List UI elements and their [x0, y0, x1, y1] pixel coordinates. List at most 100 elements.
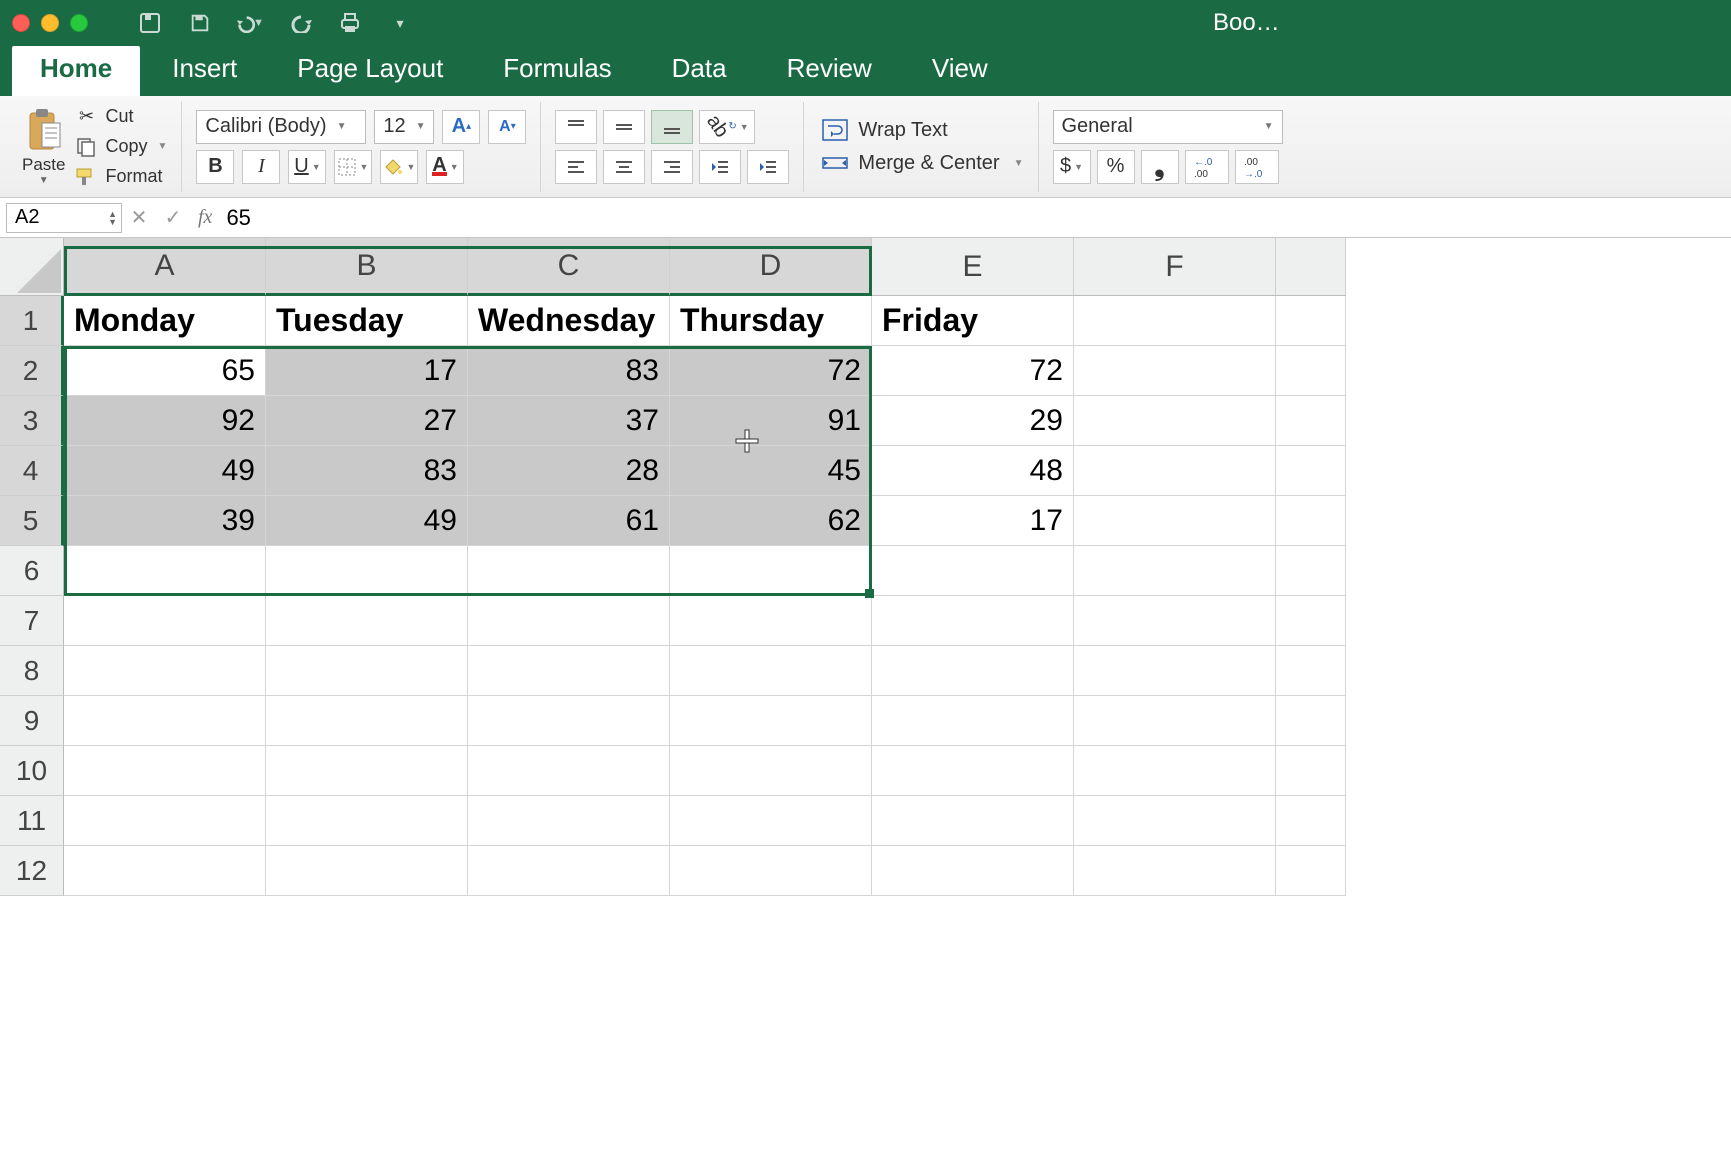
cell-E5[interactable]: 17 — [872, 496, 1074, 546]
cell-E6[interactable] — [872, 546, 1074, 596]
fill-color-button[interactable]: ▼ — [380, 150, 418, 184]
cell-C4[interactable]: 28 — [468, 446, 670, 496]
format-painter-button[interactable]: Format — [75, 166, 167, 188]
redo-icon[interactable] — [286, 9, 314, 37]
tab-home[interactable]: Home — [12, 43, 140, 96]
cell-D9[interactable] — [670, 696, 872, 746]
tab-data[interactable]: Data — [644, 43, 755, 96]
row-header-11[interactable]: 11 — [0, 796, 64, 846]
row-header-6[interactable]: 6 — [0, 546, 64, 596]
cell-C11[interactable] — [468, 796, 670, 846]
row-header-9[interactable]: 9 — [0, 696, 64, 746]
cell-F3[interactable] — [1074, 396, 1276, 446]
cell-C5[interactable]: 61 — [468, 496, 670, 546]
cell-B12[interactable] — [266, 846, 468, 896]
cell-G8[interactable] — [1276, 646, 1346, 696]
cell-G1[interactable] — [1276, 296, 1346, 346]
cell-F8[interactable] — [1074, 646, 1276, 696]
column-header-B[interactable]: B — [266, 238, 468, 296]
underline-button[interactable]: U▼ — [288, 150, 326, 184]
column-header-blank[interactable] — [1276, 238, 1346, 296]
cell-C9[interactable] — [468, 696, 670, 746]
cell-C7[interactable] — [468, 596, 670, 646]
row-header-12[interactable]: 12 — [0, 846, 64, 896]
cell-G6[interactable] — [1276, 546, 1346, 596]
grid[interactable]: MondayTuesdayWednesdayThursdayFriday6517… — [64, 296, 1346, 896]
cell-G3[interactable] — [1276, 396, 1346, 446]
cell-B10[interactable] — [266, 746, 468, 796]
cell-D5[interactable]: 62 — [670, 496, 872, 546]
column-header-C[interactable]: C — [468, 238, 670, 296]
cell-E7[interactable] — [872, 596, 1074, 646]
cell-C3[interactable]: 37 — [468, 396, 670, 446]
orientation-button[interactable]: ab ↻ ▼ — [699, 110, 755, 144]
cell-B4[interactable]: 83 — [266, 446, 468, 496]
bold-button[interactable]: B — [196, 150, 234, 184]
cell-A1[interactable]: Monday — [64, 296, 266, 346]
increase-decimal-button[interactable]: ←.0.00 — [1185, 150, 1229, 184]
cell-A3[interactable]: 92 — [64, 396, 266, 446]
cell-B9[interactable] — [266, 696, 468, 746]
cell-G9[interactable] — [1276, 696, 1346, 746]
cell-E9[interactable] — [872, 696, 1074, 746]
row-header-3[interactable]: 3 — [0, 396, 64, 446]
cancel-formula-button[interactable]: ✕ — [122, 203, 156, 233]
align-bottom-button[interactable] — [651, 110, 693, 144]
fx-label[interactable]: fx — [198, 206, 212, 229]
cell-D1[interactable]: Thursday — [670, 296, 872, 346]
cell-B11[interactable] — [266, 796, 468, 846]
cell-F5[interactable] — [1074, 496, 1276, 546]
cell-D7[interactable] — [670, 596, 872, 646]
cell-B2[interactable]: 17 — [266, 346, 468, 396]
align-left-button[interactable] — [555, 150, 597, 184]
cell-F7[interactable] — [1074, 596, 1276, 646]
close-window-button[interactable] — [12, 14, 30, 32]
cell-B6[interactable] — [266, 546, 468, 596]
tab-formulas[interactable]: Formulas — [475, 43, 639, 96]
cell-D10[interactable] — [670, 746, 872, 796]
name-box[interactable]: A2 ▲▼ — [6, 203, 122, 233]
column-header-E[interactable]: E — [872, 238, 1074, 296]
font-color-button[interactable]: A ▼ — [426, 150, 464, 184]
name-box-spinner[interactable]: ▲▼ — [108, 210, 117, 226]
font-name-combo[interactable]: Calibri (Body) ▼ — [196, 110, 366, 144]
minimize-window-button[interactable] — [41, 14, 59, 32]
cell-F9[interactable] — [1074, 696, 1276, 746]
chevron-down-icon[interactable]: ▼ — [416, 121, 426, 132]
chevron-down-icon[interactable]: ▼ — [740, 122, 749, 132]
row-header-1[interactable]: 1 — [0, 296, 64, 346]
cell-G5[interactable] — [1276, 496, 1346, 546]
italic-button[interactable]: I — [242, 150, 280, 184]
cell-F10[interactable] — [1074, 746, 1276, 796]
merge-center-button[interactable]: Merge & Center ▼ — [822, 152, 1023, 175]
print-icon[interactable] — [336, 9, 364, 37]
cell-F4[interactable] — [1074, 446, 1276, 496]
row-header-5[interactable]: 5 — [0, 496, 64, 546]
cell-B5[interactable]: 49 — [266, 496, 468, 546]
cell-F12[interactable] — [1074, 846, 1276, 896]
tab-view[interactable]: View — [904, 43, 1016, 96]
row-header-7[interactable]: 7 — [0, 596, 64, 646]
decrease-font-button[interactable]: A▾ — [488, 110, 526, 144]
font-size-combo[interactable]: 12 ▼ — [374, 110, 434, 144]
cell-A6[interactable] — [64, 546, 266, 596]
cell-F6[interactable] — [1074, 546, 1276, 596]
autosave-icon[interactable] — [136, 9, 164, 37]
wrap-text-button[interactable]: Wrap Text — [822, 119, 1023, 142]
cell-A5[interactable]: 39 — [64, 496, 266, 546]
cell-A4[interactable]: 49 — [64, 446, 266, 496]
align-right-button[interactable] — [651, 150, 693, 184]
align-middle-button[interactable] — [603, 110, 645, 144]
cell-F2[interactable] — [1074, 346, 1276, 396]
maximize-window-button[interactable] — [70, 14, 88, 32]
cell-A9[interactable] — [64, 696, 266, 746]
cell-G12[interactable] — [1276, 846, 1346, 896]
cell-B3[interactable]: 27 — [266, 396, 468, 446]
cell-E8[interactable] — [872, 646, 1074, 696]
cell-C6[interactable] — [468, 546, 670, 596]
tab-page-layout[interactable]: Page Layout — [269, 43, 471, 96]
row-header-4[interactable]: 4 — [0, 446, 64, 496]
row-header-8[interactable]: 8 — [0, 646, 64, 696]
chevron-down-icon[interactable]: ▼ — [312, 162, 321, 172]
cell-E3[interactable]: 29 — [872, 396, 1074, 446]
